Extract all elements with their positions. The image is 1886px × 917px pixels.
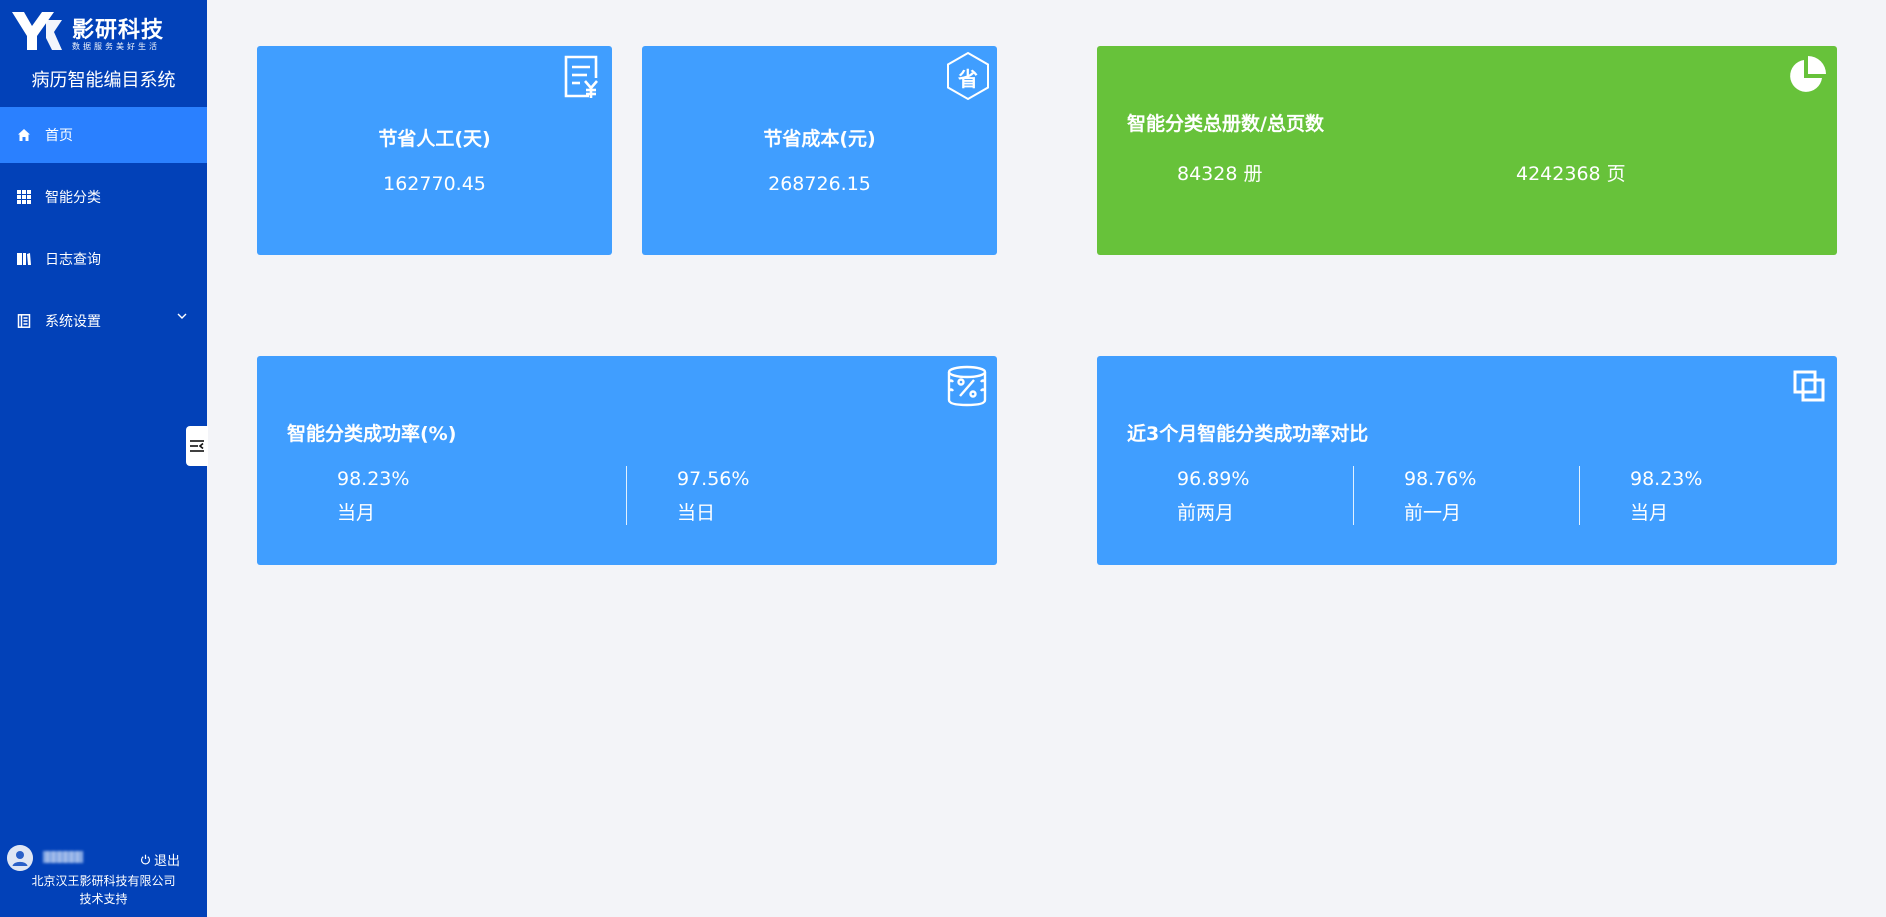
collapse-menu-icon — [190, 440, 204, 452]
user-info: 退出 — [7, 845, 197, 871]
success-rate-day-value: 97.56% — [677, 468, 750, 490]
username-blurred — [43, 851, 83, 863]
sidebar-item-settings[interactable]: 系统设置 — [0, 293, 207, 349]
compare-title: 近3个月智能分类成功率对比 — [1127, 423, 1369, 445]
home-icon — [16, 127, 32, 143]
document-icon — [16, 313, 32, 329]
totals-title: 智能分类总册数/总页数 — [1127, 113, 1324, 135]
success-rate-day-label: 当日 — [677, 502, 716, 524]
sidebar-item-home[interactable]: 首页 — [0, 107, 207, 163]
brand-slogan: 数据服务美好生活 — [72, 42, 160, 51]
power-icon — [141, 854, 150, 865]
compare-two-months-ago-label: 前两月 — [1177, 502, 1235, 524]
receipt-yuan-icon — [564, 55, 598, 98]
three-month-compare-card: 近3个月智能分类成功率对比 96.89% 前两月 98.76% 前一月 98.2… — [1097, 356, 1837, 565]
logo-mark-icon — [12, 12, 62, 50]
sidebar-item-log-query[interactable]: 日志查询 — [0, 231, 207, 287]
success-rate-month-label: 当月 — [337, 502, 376, 524]
sidebar-item-label: 日志查询 — [45, 252, 101, 268]
compare-current-month-label: 当月 — [1630, 502, 1669, 524]
success-rate-card: 智能分类成功率(%) 98.23% 当月 97.56% 当日 — [257, 356, 997, 565]
cost-saved-title: 节省成本(元) — [763, 128, 876, 150]
success-rate-month-value: 98.23% — [337, 468, 410, 490]
labor-saved-card: 节省人工(天) 162770.45 — [257, 46, 612, 255]
compare-current-month-value: 98.23% — [1630, 468, 1703, 490]
sidebar: 影研科技 数据服务美好生活 病历智能编目系统 首页 智能分类 日志查询 系统设置… — [0, 0, 207, 917]
layers-copy-icon — [1793, 370, 1825, 402]
sidebar-item-label: 智能分类 — [45, 190, 101, 206]
compare-last-month-value: 98.76% — [1404, 468, 1477, 490]
avatar[interactable] — [7, 845, 33, 871]
sidebar-item-label: 首页 — [45, 128, 73, 144]
hexagon-save-icon: 省 — [945, 51, 991, 101]
grid-icon — [16, 189, 32, 205]
labor-saved-value: 162770.45 — [383, 173, 486, 195]
book-icon — [16, 251, 32, 267]
company-info: 北京汉王影研科技有限公司 技术支持 — [0, 872, 207, 908]
cost-saved-value: 268726.15 — [768, 173, 871, 195]
sidebar-collapse-button[interactable] — [186, 426, 208, 466]
hexagon-save-char: 省 — [958, 67, 978, 91]
logout-label: 退出 — [154, 854, 181, 869]
success-rate-title: 智能分类成功率(%) — [287, 423, 457, 445]
sidebar-item-classification[interactable]: 智能分类 — [0, 169, 207, 225]
system-title: 病历智能编目系统 — [31, 70, 176, 91]
logout-button[interactable]: 退出 — [140, 850, 180, 869]
totals-card: 智能分类总册数/总页数 84328 册 4242368 页 — [1097, 46, 1837, 255]
total-volumes: 84328 册 — [1177, 163, 1263, 185]
chevron-down-icon — [177, 313, 187, 319]
tech-support-label: 技术支持 — [79, 892, 128, 906]
company-name: 北京汉王影研科技有限公司 — [31, 874, 176, 888]
divider — [626, 466, 627, 525]
labor-saved-title: 节省人工(天) — [378, 128, 491, 150]
pie-chart-icon — [1790, 56, 1826, 92]
brand-logo: 影研科技 数据服务美好生活 — [10, 8, 200, 54]
compare-last-month-label: 前一月 — [1404, 502, 1462, 524]
sidebar-nav: 首页 智能分类 日志查询 系统设置 — [0, 107, 207, 355]
divider — [1579, 466, 1580, 525]
sidebar-item-label: 系统设置 — [45, 314, 101, 330]
cost-saved-card: 省 节省成本(元) 268726.15 — [642, 46, 997, 255]
total-pages: 4242368 页 — [1516, 163, 1626, 185]
brand-name: 影研科技 — [72, 18, 165, 43]
percent-coins-icon — [947, 365, 987, 407]
compare-two-months-ago-value: 96.89% — [1177, 468, 1250, 490]
divider — [1353, 466, 1354, 525]
